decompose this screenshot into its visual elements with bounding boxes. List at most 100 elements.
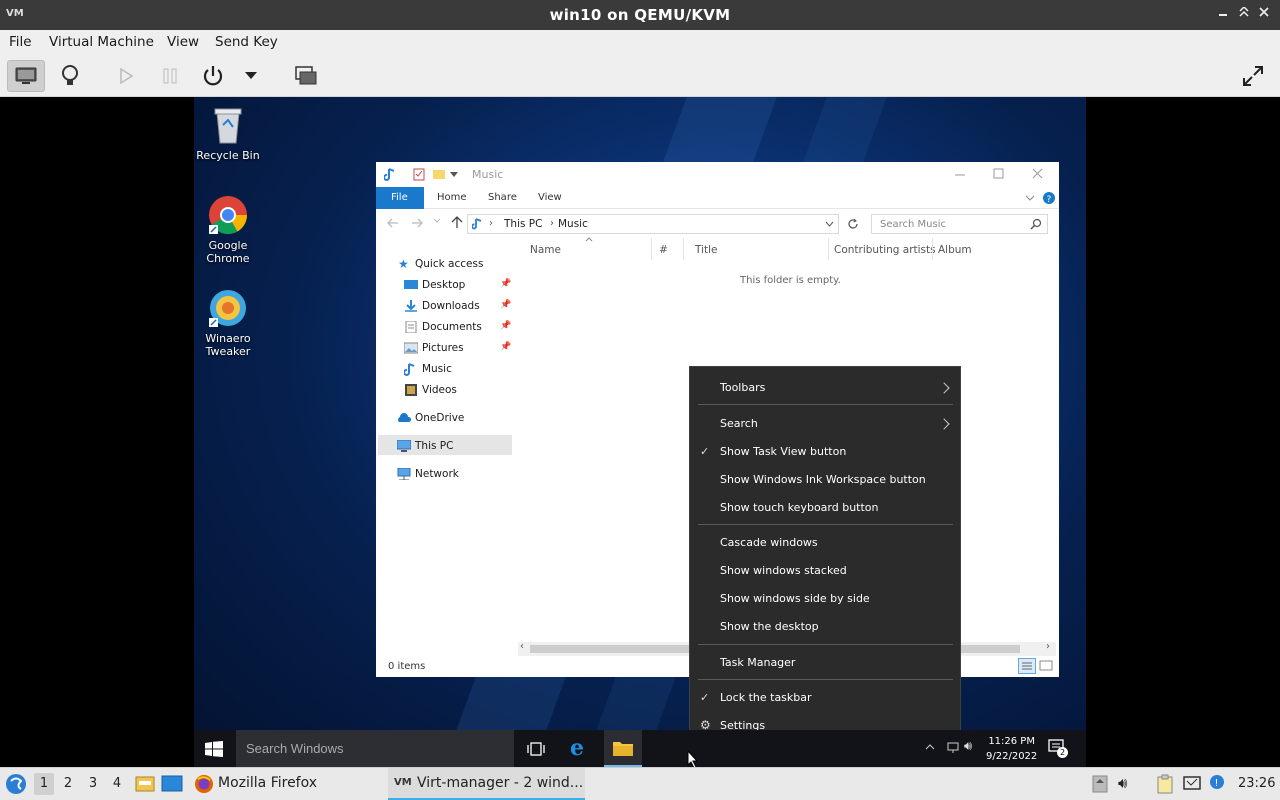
workspace-4[interactable]: 4 <box>107 776 127 791</box>
drive-icon[interactable] <box>1092 775 1108 793</box>
guest-clock[interactable]: 11:26 PM 9/22/2022 <box>986 734 1037 764</box>
volume-icon[interactable]: 🔊︎ <box>964 739 972 754</box>
large-icons-view-icon[interactable] <box>1039 658 1053 674</box>
menu-item-show-windows-stacked[interactable]: Show windows stacked <box>690 564 960 580</box>
forward-arrow-icon[interactable] <box>411 218 423 228</box>
desktop-icon-google-chrome[interactable]: Google Chrome <box>194 195 262 265</box>
taskbar-task-firefox[interactable]: Mozilla Firefox <box>190 768 370 800</box>
up-arrow-icon[interactable] <box>451 216 463 229</box>
minimize-button[interactable] <box>1215 6 1231 21</box>
details-view-icon[interactable] <box>1018 658 1036 674</box>
menu-item-show-task-view-button[interactable]: ✓ Show Task View button <box>690 445 960 461</box>
address-bar[interactable]: › This PC › Music <box>467 214 839 234</box>
shutdown-menu-button[interactable] <box>233 60 269 92</box>
desktop-icon-recycle-bin[interactable]: Recycle Bin <box>194 105 262 162</box>
maximize-button[interactable] <box>1236 5 1252 21</box>
details-view-button[interactable] <box>51 60 89 92</box>
desktop-icon-winaero-tweaker[interactable]: Winaero Tweaker <box>194 288 262 358</box>
app-launcher-icon[interactable] <box>5 773 27 795</box>
help-icon[interactable]: ? <box>1042 191 1056 205</box>
taskbar-task-virt-manager[interactable]: VM Virt-manager - 2 wind... <box>388 768 585 800</box>
menu-view[interactable]: View <box>167 34 199 50</box>
menu-send-key[interactable]: Send Key <box>215 34 278 50</box>
vm-console[interactable]: Recycle Bin Google Chrome Winaero Tweake… <box>0 97 1280 767</box>
scroll-right-icon[interactable]: › <box>1046 641 1050 652</box>
music-icon <box>472 218 482 230</box>
desktop-icon-label: Winaero Tweaker <box>205 332 251 358</box>
menu-file[interactable]: File <box>9 34 32 50</box>
workspace-3[interactable]: 3 <box>83 776 103 791</box>
pin-icon: 📌 <box>500 342 512 352</box>
windows-search-box[interactable]: Search Windows <box>236 730 514 767</box>
console-view-button[interactable] <box>7 60 45 92</box>
close-button[interactable] <box>1256 6 1272 21</box>
clipboard-icon[interactable] <box>1156 774 1174 794</box>
this-pc-icon <box>397 440 411 452</box>
fullscreen-button[interactable] <box>1234 60 1272 92</box>
column-header-contributing-artists[interactable]: Contributing artists <box>834 244 936 256</box>
host-clock[interactable]: 23:26 <box>1238 776 1275 791</box>
breadcrumb-music[interactable]: Music <box>558 218 588 230</box>
column-header-title[interactable]: Title <box>695 244 718 256</box>
column-header-album[interactable]: Album <box>938 244 972 256</box>
menu-item-toolbars[interactable]: Toolbars <box>690 381 960 397</box>
menu-item-show-windows-side-by-side[interactable]: Show windows side by side <box>690 592 960 608</box>
menu-item-task-manager[interactable]: Task Manager <box>690 656 960 672</box>
properties-icon[interactable] <box>412 167 426 181</box>
search-input[interactable]: Search Music <box>871 214 1048 234</box>
menu-item-show-the-desktop[interactable]: Show the desktop <box>690 620 960 636</box>
shutdown-button[interactable] <box>194 60 232 92</box>
menu-item-show-touch-keyboard-button[interactable]: Show touch keyboard button <box>690 501 960 517</box>
show-desktop-icon[interactable] <box>161 775 183 793</box>
network-icon[interactable] <box>1182 775 1202 793</box>
action-center-button[interactable]: 2 <box>1048 739 1068 759</box>
task-view-icon[interactable] <box>527 741 545 757</box>
tab-view[interactable]: View <box>538 192 562 203</box>
menu-separator <box>698 404 953 405</box>
guest-taskbar: Search Windows e 🔊︎ 11:26 PM 9/22/2022 2 <box>194 730 1086 767</box>
menu-item-search[interactable]: Search <box>690 417 960 433</box>
file-manager-launcher-icon[interactable] <box>135 775 155 793</box>
menu-separator <box>698 679 953 680</box>
column-separator[interactable] <box>932 238 933 260</box>
scroll-left-icon[interactable]: ‹ <box>520 641 524 652</box>
new-folder-icon[interactable] <box>432 167 446 181</box>
updates-icon[interactable]: ! <box>1209 774 1225 792</box>
refresh-icon[interactable] <box>847 218 859 230</box>
column-header-number[interactable]: # <box>659 244 668 256</box>
network-tray-icon[interactable] <box>946 742 960 754</box>
menu-item-show-windows-ink-workspace-button[interactable]: Show Windows Ink Workspace button <box>690 473 960 489</box>
taskbar-file-explorer-button[interactable] <box>604 730 642 767</box>
tab-share[interactable]: Share <box>488 192 517 203</box>
chevron-up-icon[interactable] <box>925 743 935 751</box>
windows-start-icon[interactable] <box>205 741 223 757</box>
snapshots-button[interactable] <box>287 60 325 92</box>
volume-icon[interactable]: 🔊︎ <box>1118 774 1127 792</box>
maximize-icon[interactable] <box>993 168 1005 180</box>
chevron-down-icon[interactable] <box>1025 195 1035 201</box>
column-separator[interactable] <box>651 238 652 260</box>
vm-toolbar <box>0 55 1280 97</box>
breadcrumb-this-pc[interactable]: This PC <box>504 218 542 230</box>
tab-file[interactable]: File <box>376 187 424 209</box>
guest-desktop[interactable]: Recycle Bin Google Chrome Winaero Tweake… <box>194 97 1086 767</box>
workspace-2[interactable]: 2 <box>58 776 78 791</box>
menu-item-lock-the-taskbar[interactable]: ✓ Lock the taskbar <box>690 691 960 707</box>
close-icon[interactable] <box>1032 168 1044 180</box>
back-arrow-icon[interactable] <box>387 218 399 228</box>
column-header-name[interactable]: Name <box>530 244 561 256</box>
menu-virtual-machine[interactable]: Virtual Machine <box>49 34 154 50</box>
minimize-icon[interactable] <box>954 170 966 180</box>
edge-browser-icon[interactable]: e <box>570 735 584 761</box>
column-separator[interactable] <box>828 238 829 260</box>
chevron-down-icon[interactable] <box>433 217 441 225</box>
chevron-down-icon[interactable] <box>450 172 458 178</box>
run-button[interactable] <box>107 60 145 92</box>
workspace-1[interactable]: 1 <box>34 773 54 795</box>
menu-item-cascade-windows[interactable]: Cascade windows <box>690 536 960 552</box>
pause-button[interactable] <box>151 60 189 92</box>
chevron-down-icon[interactable] <box>825 221 834 228</box>
sort-ascending-icon <box>585 237 593 242</box>
column-separator[interactable] <box>683 238 684 260</box>
tab-home[interactable]: Home <box>437 192 467 203</box>
